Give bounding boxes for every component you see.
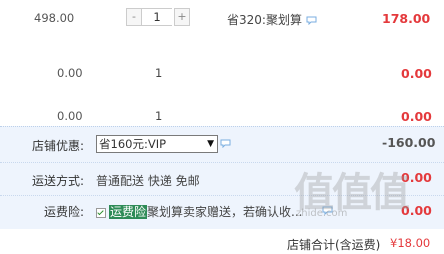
shop-discount-label: 店铺优惠: [32, 139, 85, 153]
dropdown-arrow-icon: ▼ [207, 139, 214, 149]
shipping-method[interactable]: 普通配送 快递 免邮 [96, 172, 200, 189]
insurance-highlight: 运费险 [109, 205, 148, 219]
shop-total-amount: ¥18.00 [390, 236, 431, 250]
item-price: 0.00 [57, 109, 83, 123]
item-qty: 1 [155, 109, 163, 123]
insurance-option[interactable]: 运费险聚划算卖家赠送，若确认收... [96, 203, 302, 220]
shipping-label: 运送方式: [32, 174, 85, 188]
item-subtotal: 0.00 [401, 66, 432, 81]
item-subtotal: 0.00 [401, 109, 432, 124]
shop-total-label: 店铺合计(含运费) [287, 238, 381, 252]
promo-label: 省320:聚划算 [227, 13, 302, 27]
promo-text: 省320:聚划算 [227, 11, 317, 28]
speech-bubble-icon[interactable] [306, 16, 317, 25]
qty-increase-button[interactable]: + [174, 8, 190, 26]
item-price: 498.00 [34, 11, 75, 25]
speech-bubble-icon[interactable] [220, 139, 231, 148]
item-qty: 1 [155, 66, 163, 80]
discount-amount: -160.00 [382, 135, 436, 150]
item-subtotal: 178.00 [382, 11, 431, 26]
qty-input[interactable] [142, 8, 172, 26]
watermark-url: zhide.com [296, 208, 348, 219]
discount-selected-value: 省160元:VIP [99, 137, 167, 151]
item-price: 0.00 [57, 66, 83, 80]
insurance-checkbox[interactable] [96, 207, 106, 218]
discount-select[interactable]: 省160元:VIP ▼ [96, 135, 218, 153]
qty-decrease-button[interactable]: - [126, 8, 142, 26]
insurance-label: 运费险: [44, 205, 85, 219]
quantity-stepper[interactable]: - + [126, 8, 190, 26]
insurance-description: 聚划算卖家赠送，若确认收... [147, 205, 303, 219]
